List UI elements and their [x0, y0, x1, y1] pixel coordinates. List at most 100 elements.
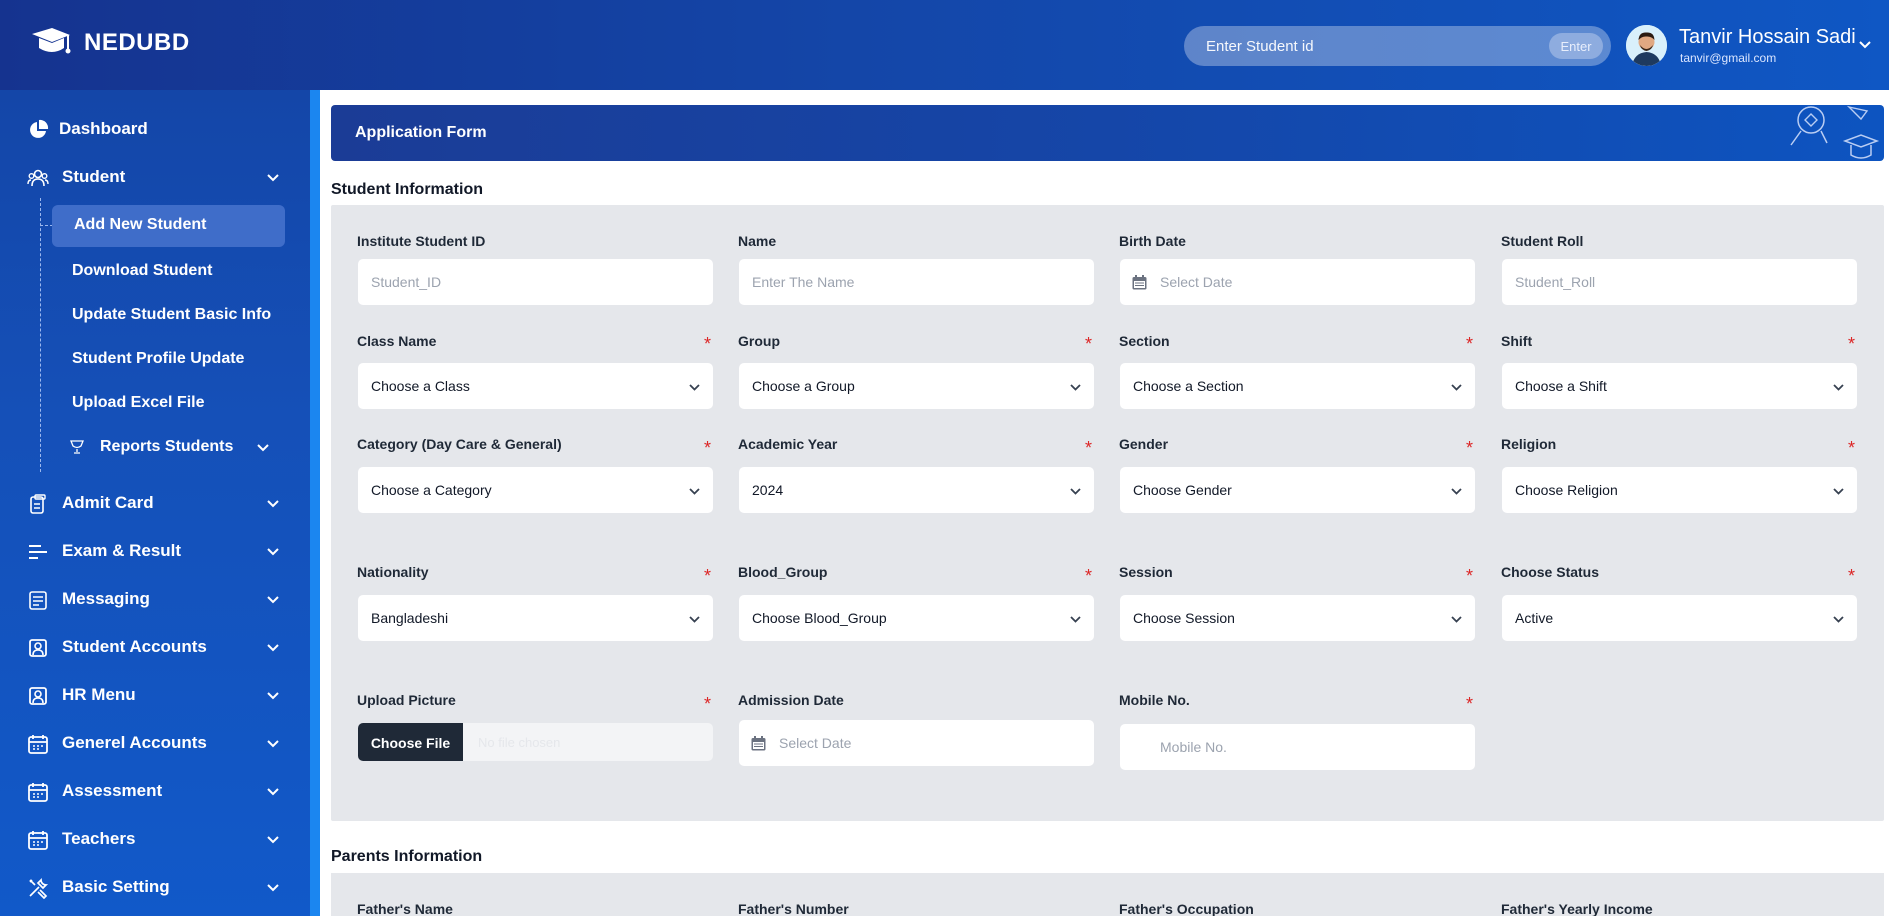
sidebar-item-label: Basic Setting: [62, 877, 170, 896]
brand[interactable]: NEDUBD: [30, 26, 190, 60]
group-select[interactable]: Choose a Group: [738, 362, 1095, 410]
class-select[interactable]: Choose a Class: [357, 362, 714, 410]
placeholder-text: Enter The Name: [752, 274, 855, 290]
field-label: Choose Status: [1501, 564, 1600, 580]
sidebar-sub-profile-update[interactable]: Student Profile Update: [72, 350, 244, 368]
sidebar-item-label: Exam & Result: [62, 541, 182, 560]
chevron-down-icon: [267, 740, 279, 748]
chevron-down-icon: [267, 788, 279, 796]
clipboard-icon: [30, 494, 46, 514]
calendar-icon: [1132, 275, 1147, 290]
student-id-field[interactable]: Student_ID: [357, 258, 714, 306]
sidebar-scrollbar[interactable]: [310, 90, 320, 916]
field-label: Gender: [1119, 436, 1169, 452]
field-label: Institute Student ID: [357, 233, 486, 249]
selected-value: Choose a Shift: [1515, 378, 1607, 394]
sidebar-item-label: Generel Accounts: [62, 733, 207, 752]
selected-value: Choose a Category: [371, 482, 492, 498]
sidebar-item-teachers[interactable]: Teachers: [0, 819, 300, 859]
student-id-input[interactable]: [1206, 26, 1506, 66]
chevron-down-icon: [1451, 616, 1462, 623]
category-select[interactable]: Choose a Category: [357, 466, 714, 514]
sidebar-item-messaging[interactable]: Messaging: [0, 579, 300, 619]
selected-value: Choose a Class: [371, 378, 470, 394]
admission-date-field[interactable]: Select Date: [738, 719, 1095, 767]
field-label: Name: [738, 233, 777, 249]
sidebar-sub-download-student[interactable]: Download Student: [72, 262, 212, 280]
upload-picture-field[interactable]: Choose File No file chosen: [357, 722, 714, 762]
chevron-down-icon: [1833, 488, 1844, 495]
selected-value: Choose Session: [1133, 610, 1235, 626]
sidebar-item-label: Admit Card: [62, 493, 154, 512]
shift-select[interactable]: Choose a Shift: [1501, 362, 1858, 410]
status-select[interactable]: Active: [1501, 594, 1858, 642]
placeholder-text: Student_ID: [371, 274, 442, 290]
chevron-down-icon: [267, 174, 279, 182]
selected-value: Choose Blood_Group: [752, 610, 887, 626]
user-avatar-icon: [1626, 25, 1667, 66]
section-title-student-info: Student Information: [331, 181, 483, 198]
blood-group-select[interactable]: Choose Blood_Group: [738, 594, 1095, 642]
required-mark: *: [1848, 438, 1856, 458]
required-mark: *: [1848, 566, 1856, 586]
avatar[interactable]: [1626, 25, 1667, 66]
sidebar-sub-add-new-student[interactable]: Add New Student: [74, 216, 206, 234]
chevron-down-icon: [1451, 384, 1462, 391]
id-card-icon: [29, 687, 47, 705]
sidebar-sub-reports-students[interactable]: Reports Students: [68, 437, 280, 459]
required-mark: *: [1466, 438, 1474, 458]
mobile-field[interactable]: Mobile No.: [1119, 723, 1476, 771]
section-select[interactable]: Choose a Section: [1119, 362, 1476, 410]
sidebar-item-student-accounts[interactable]: Student Accounts: [0, 627, 300, 667]
sidebar-item-hr-menu[interactable]: HR Menu: [0, 675, 300, 715]
student-info-panel: Institute Student ID Student_ID Name Ent…: [331, 205, 1884, 821]
sidebar-sub-update-basic-info[interactable]: Update Student Basic Info: [72, 306, 271, 324]
field-label: Religion: [1501, 436, 1557, 452]
sidebar-item-label: Messaging: [62, 589, 150, 608]
sidebar-item-assessment[interactable]: Assessment: [0, 771, 300, 811]
required-mark: *: [1466, 694, 1474, 714]
field-label: Father's Name: [357, 901, 453, 916]
sidebar-item-exam-result[interactable]: Exam & Result: [0, 531, 300, 571]
sidebar-item-generel-accounts[interactable]: Generel Accounts: [0, 723, 300, 763]
name-field[interactable]: Enter The Name: [738, 258, 1095, 306]
choose-file-button[interactable]: Choose File: [358, 723, 463, 761]
graduation-decoration-icon: [1790, 105, 1880, 159]
chevron-down-icon: [1451, 488, 1462, 495]
academic-year-select[interactable]: 2024: [738, 466, 1095, 514]
chevron-down-icon: [1833, 384, 1844, 391]
list-icon: [29, 545, 47, 559]
selected-value: Choose a Group: [752, 378, 855, 394]
chevron-down-icon[interactable]: [1858, 37, 1872, 51]
enter-button[interactable]: Enter: [1549, 33, 1603, 59]
user-email: tanvir@gmail.com: [1680, 51, 1777, 65]
field-label: Group: [738, 333, 780, 349]
sidebar-sub-upload-excel[interactable]: Upload Excel File: [72, 394, 204, 412]
field-label: Father's Number: [738, 901, 849, 916]
chevron-down-icon: [689, 488, 700, 495]
selected-value: Active: [1515, 610, 1554, 626]
nationality-select[interactable]: Bangladeshi: [357, 594, 714, 642]
sidebar-item-dashboard[interactable]: Dashboard: [0, 109, 300, 149]
placeholder-text: Select Date: [1160, 274, 1233, 290]
sidebar-item-basic-setting[interactable]: Basic Setting: [0, 867, 300, 907]
gender-select[interactable]: Choose Gender: [1119, 466, 1476, 514]
chevron-down-icon: [1070, 384, 1081, 391]
chevron-down-icon: [267, 692, 279, 700]
user-name[interactable]: Tanvir Hossain Sadi: [1679, 26, 1856, 49]
session-select[interactable]: Choose Session: [1119, 594, 1476, 642]
page-banner: Application Form: [331, 105, 1884, 161]
placeholder-text: Select Date: [779, 735, 852, 751]
birth-date-field[interactable]: Select Date: [1119, 258, 1476, 306]
religion-select[interactable]: Choose Religion: [1501, 466, 1858, 514]
student-search: Enter: [1184, 26, 1611, 66]
required-mark: *: [1466, 566, 1474, 586]
sidebar-item-admit-card[interactable]: Admit Card: [0, 483, 300, 523]
student-roll-field[interactable]: Student_Roll: [1501, 258, 1858, 306]
field-label: Father's Occupation: [1119, 901, 1254, 916]
required-mark: *: [704, 566, 712, 586]
brand-name: NEDUBD: [84, 29, 190, 56]
account-box-icon: [29, 639, 47, 657]
sidebar-item-student[interactable]: Student: [0, 157, 300, 197]
field-label: Category (Day Care & General): [357, 436, 562, 452]
